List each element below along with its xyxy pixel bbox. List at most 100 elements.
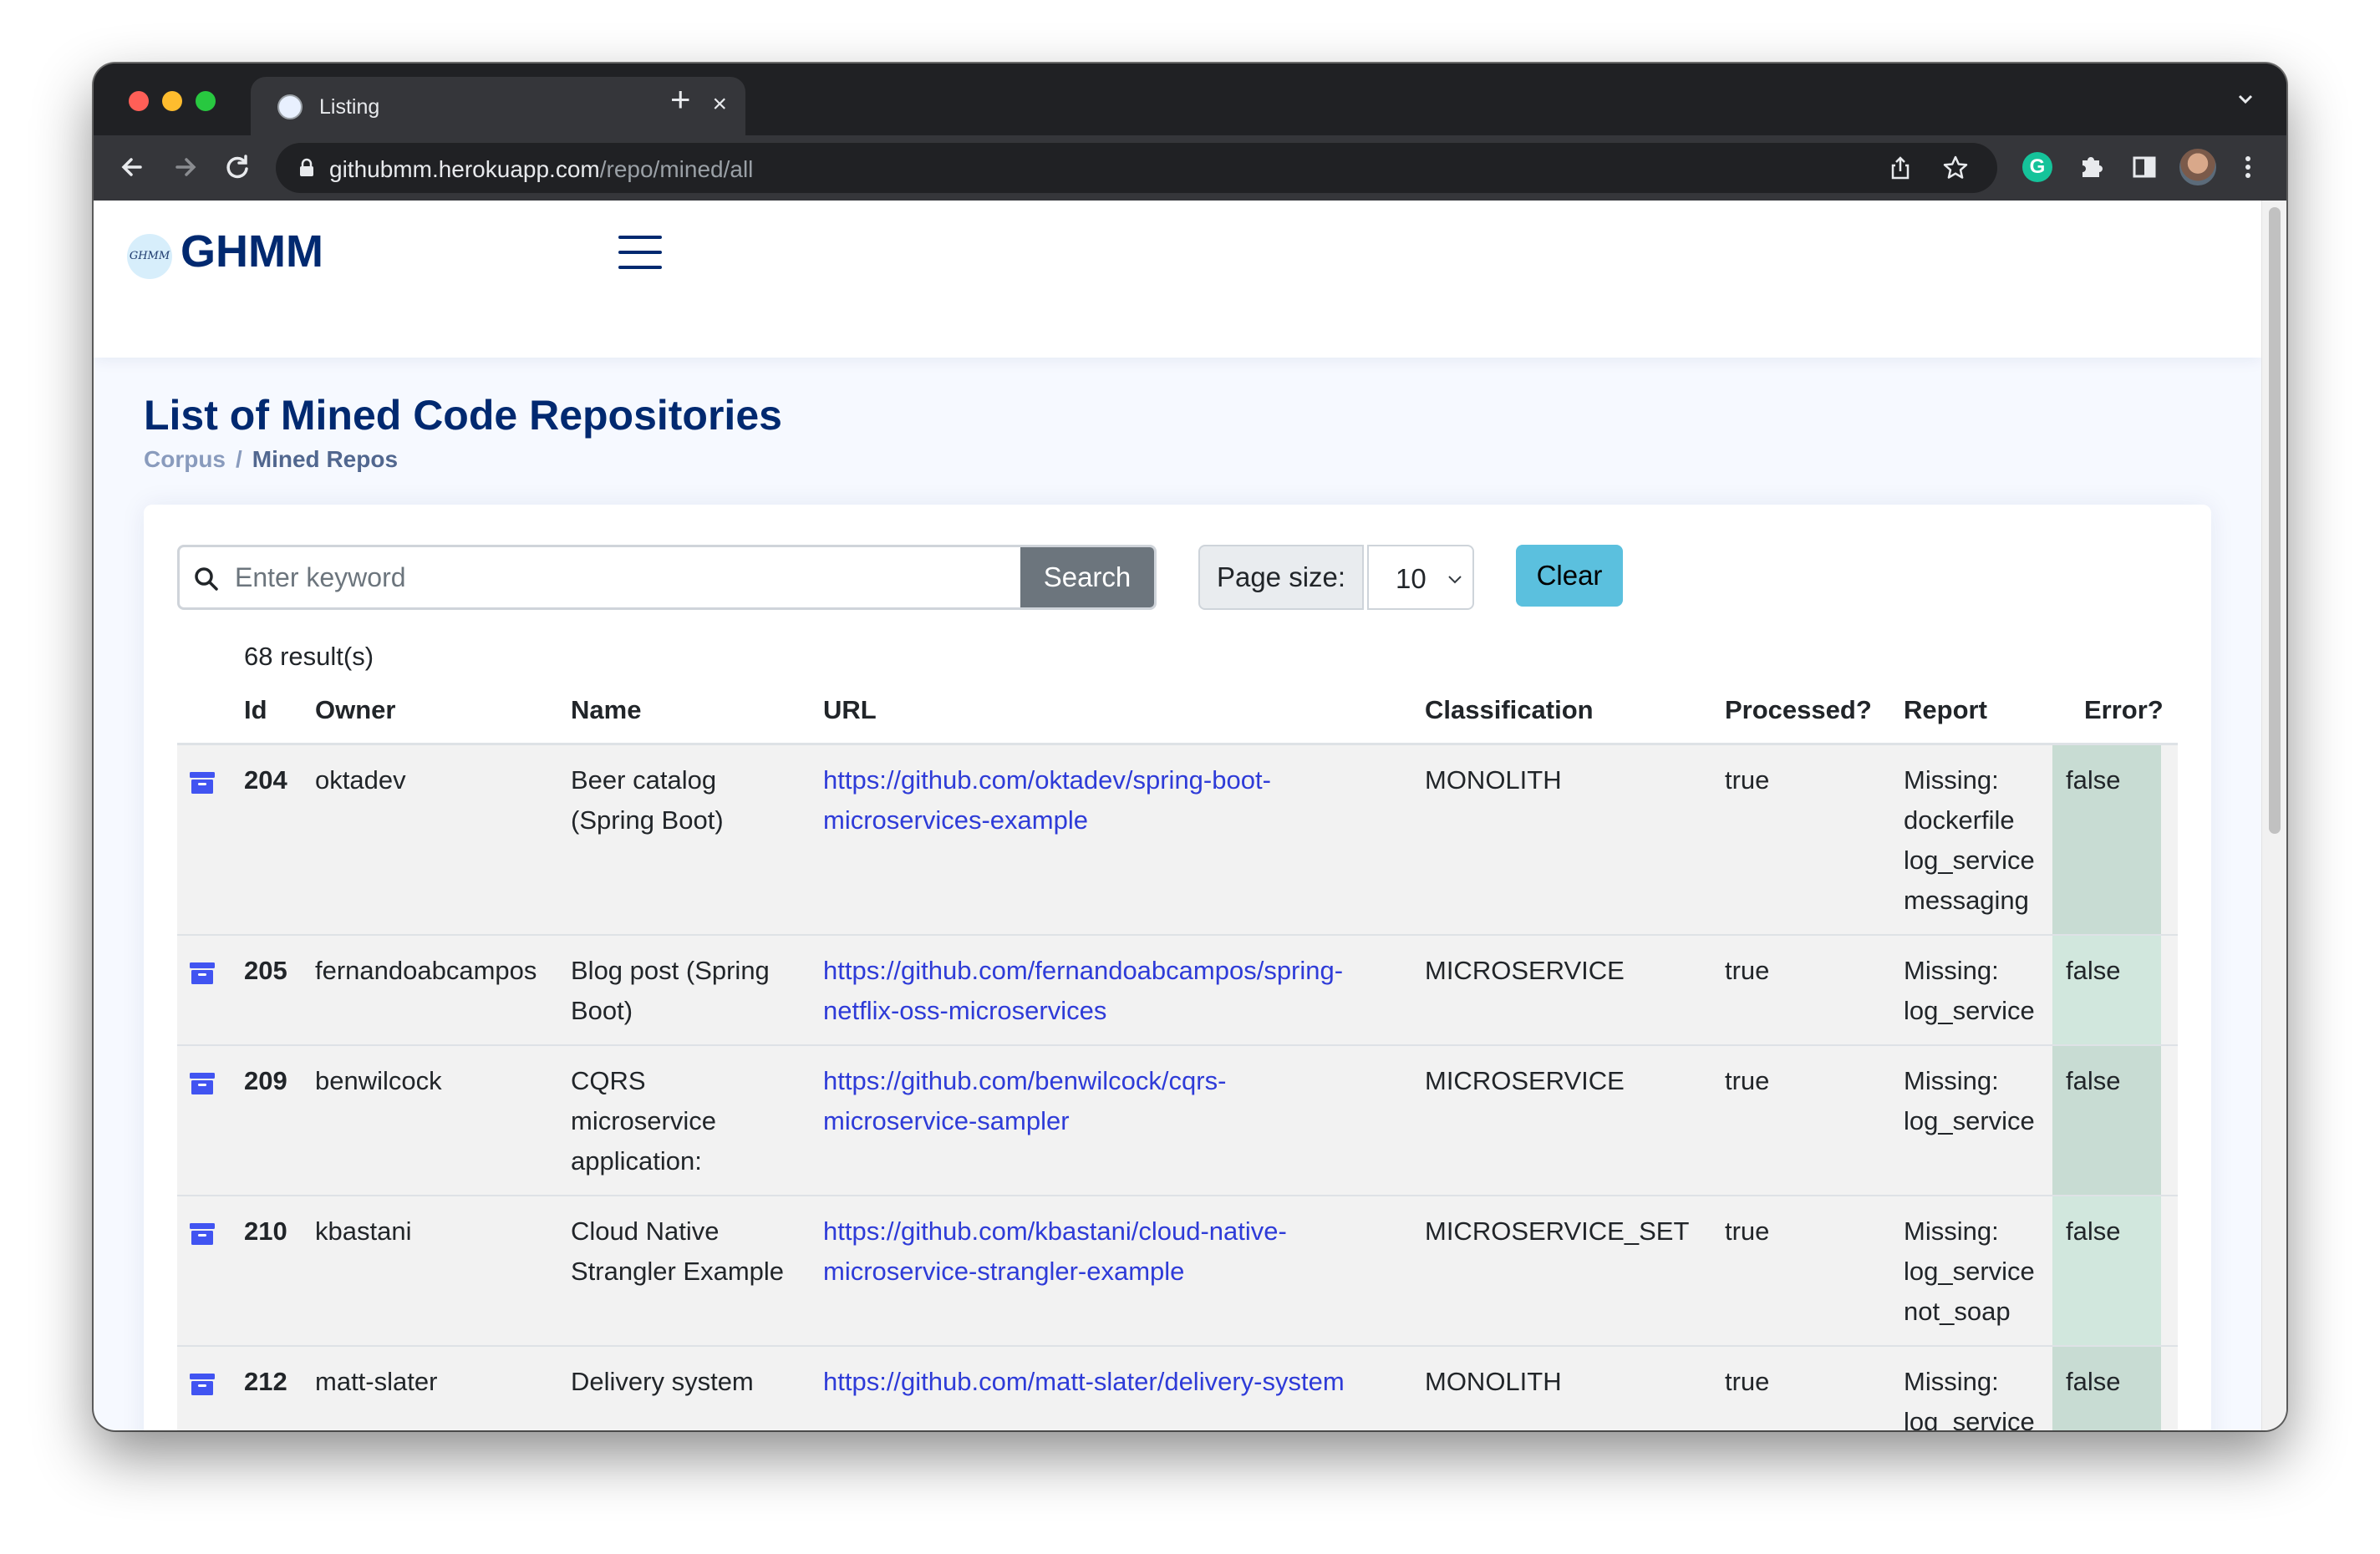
cell-report-line: log_service (1904, 1106, 2035, 1135)
header-name[interactable]: Name (571, 695, 641, 725)
search-button[interactable]: Search (1020, 547, 1154, 607)
lock-icon[interactable] (298, 158, 316, 178)
archive-icon[interactable] (189, 961, 216, 986)
hamburger-menu-icon[interactable] (618, 236, 662, 274)
minimize-window-button[interactable] (162, 91, 182, 111)
tab-close-icon[interactable]: × (712, 90, 727, 119)
share-icon[interactable] (1887, 155, 1914, 181)
chevron-down-icon (1448, 576, 1462, 584)
archive-icon[interactable] (189, 1221, 216, 1247)
side-panel-icon[interactable] (2128, 150, 2161, 184)
browser-toolbar: githubmm.herokuapp.com/repo/mined/all G (94, 135, 2286, 201)
cell-report-line: Missing: (1904, 956, 1999, 985)
error-cell: false (2052, 1347, 2161, 1430)
cell-url-link-line[interactable]: https://github.com/benwilcock/cqrs- (823, 1061, 1226, 1101)
tab-title: Listing (319, 95, 380, 119)
logo-image[interactable]: GHMM (127, 234, 172, 279)
cell-name-line: Boot) (571, 996, 633, 1025)
search-group: Search (177, 545, 1157, 610)
forward-arrow-icon[interactable] (169, 150, 202, 184)
zoom-window-button[interactable] (196, 91, 216, 111)
profile-avatar[interactable] (2179, 149, 2216, 185)
cell-error: false (2066, 1367, 2121, 1396)
cell-name-line: Cloud Native (571, 1216, 720, 1246)
chevron-down-icon[interactable] (2233, 87, 2258, 112)
header-report[interactable]: Report (1904, 695, 1987, 725)
table-row: false 205 fernandoabcampos Blog post (Sprin… (177, 936, 2178, 1046)
error-cell: false (2052, 936, 2161, 1044)
page-scrollbar[interactable] (2261, 201, 2286, 1430)
cell-classification: MONOLITH (1425, 1367, 1562, 1396)
cell-processed: true (1725, 956, 1770, 985)
table-row: false 209 benwilcock CQRS microservice applic… (177, 1046, 2178, 1196)
header-error[interactable]: Error? (2084, 695, 2164, 725)
search-input[interactable] (235, 547, 1070, 607)
cell-name: Beer catalog (Spring Boot) (571, 760, 724, 840)
table-row: false 212 matt-slater Delivery system https:… (177, 1347, 2178, 1430)
breadcrumb-separator: / (236, 446, 242, 472)
cell-url-link-line[interactable]: microservices-example (823, 800, 1271, 840)
page-size-select[interactable]: 10 (1367, 545, 1474, 610)
browser-window: Listing × + githubmm.herokuapp.com/repo/… (94, 63, 2286, 1430)
logo-text[interactable]: GHMM (181, 226, 323, 277)
clear-button[interactable]: Clear (1516, 545, 1623, 607)
cell-id: 205 (244, 956, 287, 985)
cell-classification: MONOLITH (1425, 765, 1562, 795)
more-menu-icon[interactable] (2231, 150, 2265, 184)
cell-url-link[interactable]: https://github.com/kbastani/cloud-native… (823, 1211, 1287, 1292)
cell-classification: MICROSERVICE (1425, 956, 1625, 985)
close-window-button[interactable] (129, 91, 149, 111)
url-path: /repo/mined/all (599, 156, 754, 182)
header-classification[interactable]: Classification (1425, 695, 1594, 725)
page-size-value: 10 (1396, 563, 1426, 594)
cell-url-link[interactable]: https://github.com/benwilcock/cqrs-micro… (823, 1061, 1226, 1141)
cell-owner: fernandoabcampos (315, 956, 537, 985)
address-bar[interactable]: githubmm.herokuapp.com/repo/mined/all (276, 143, 1997, 193)
cell-url-link-line[interactable]: https://github.com/matt-slater/delivery-… (823, 1362, 1345, 1402)
cell-id: 212 (244, 1367, 287, 1396)
extensions-puzzle-icon[interactable] (2074, 150, 2108, 184)
new-tab-button[interactable]: + (670, 82, 691, 117)
reload-icon[interactable] (221, 150, 254, 184)
cell-report-line: dockerfile (1904, 805, 2015, 835)
archive-icon[interactable] (189, 1071, 216, 1096)
header-processed[interactable]: Processed? (1725, 695, 1872, 725)
cell-error: false (2066, 956, 2121, 985)
cell-owner: benwilcock (315, 1066, 442, 1095)
cell-url-link[interactable]: https://github.com/oktadev/spring-boot-m… (823, 760, 1271, 840)
cell-report-line: Missing: (1904, 1367, 1999, 1396)
table-body: false 204 oktadev Beer catalog (Spring Boot)… (177, 745, 2178, 1430)
cell-error: false (2066, 1066, 2121, 1095)
cell-url-link-line[interactable]: microservice-strangler-example (823, 1252, 1287, 1292)
cell-owner: matt-slater (315, 1367, 438, 1396)
breadcrumb-corpus[interactable]: Corpus (144, 446, 226, 472)
cell-url-link[interactable]: https://github.com/fernandoabcampos/spri… (823, 951, 1343, 1031)
archive-icon[interactable] (189, 770, 216, 795)
bookmark-star-icon[interactable] (1942, 155, 1969, 181)
cell-error: false (2066, 765, 2121, 795)
cell-name: Delivery system (571, 1362, 754, 1402)
cell-url-link-line[interactable]: https://github.com/kbastani/cloud-native… (823, 1211, 1287, 1252)
grammarly-extension-icon[interactable]: G (2022, 152, 2052, 182)
archive-icon[interactable] (189, 1372, 216, 1397)
breadcrumb: Corpus / Mined Repos (144, 446, 398, 473)
header-id[interactable]: Id (244, 695, 267, 725)
table-header: Id Owner Name URL Classification Process… (177, 682, 2178, 745)
cell-report-line: Missing: (1904, 1216, 1999, 1246)
header-owner[interactable]: Owner (315, 695, 395, 725)
cell-report: Missing: log_service not_soap (1904, 1211, 2035, 1332)
header-url[interactable]: URL (823, 695, 877, 725)
cell-url-link[interactable]: https://github.com/matt-slater/delivery-… (823, 1362, 1345, 1402)
cell-processed: true (1725, 765, 1770, 795)
cell-url-link-line[interactable]: https://github.com/fernandoabcampos/spri… (823, 951, 1343, 991)
page-viewport: GHMM GHMM List of Mined Code Repositorie… (94, 201, 2286, 1430)
cell-name: Cloud Native Strangler Example (571, 1211, 784, 1292)
scrollbar-thumb[interactable] (2269, 207, 2281, 834)
cell-url-link-line[interactable]: netflix-oss-microservices (823, 991, 1343, 1031)
listing-card: Search Page size: 10 Clear 68 result(s) … (144, 505, 2211, 1430)
tab-favicon-icon (277, 94, 303, 119)
cell-name-line: Blog post (Spring (571, 956, 770, 985)
cell-url-link-line[interactable]: microservice-sampler (823, 1101, 1226, 1141)
back-arrow-icon[interactable] (115, 150, 149, 184)
cell-url-link-line[interactable]: https://github.com/oktadev/spring-boot- (823, 760, 1271, 800)
